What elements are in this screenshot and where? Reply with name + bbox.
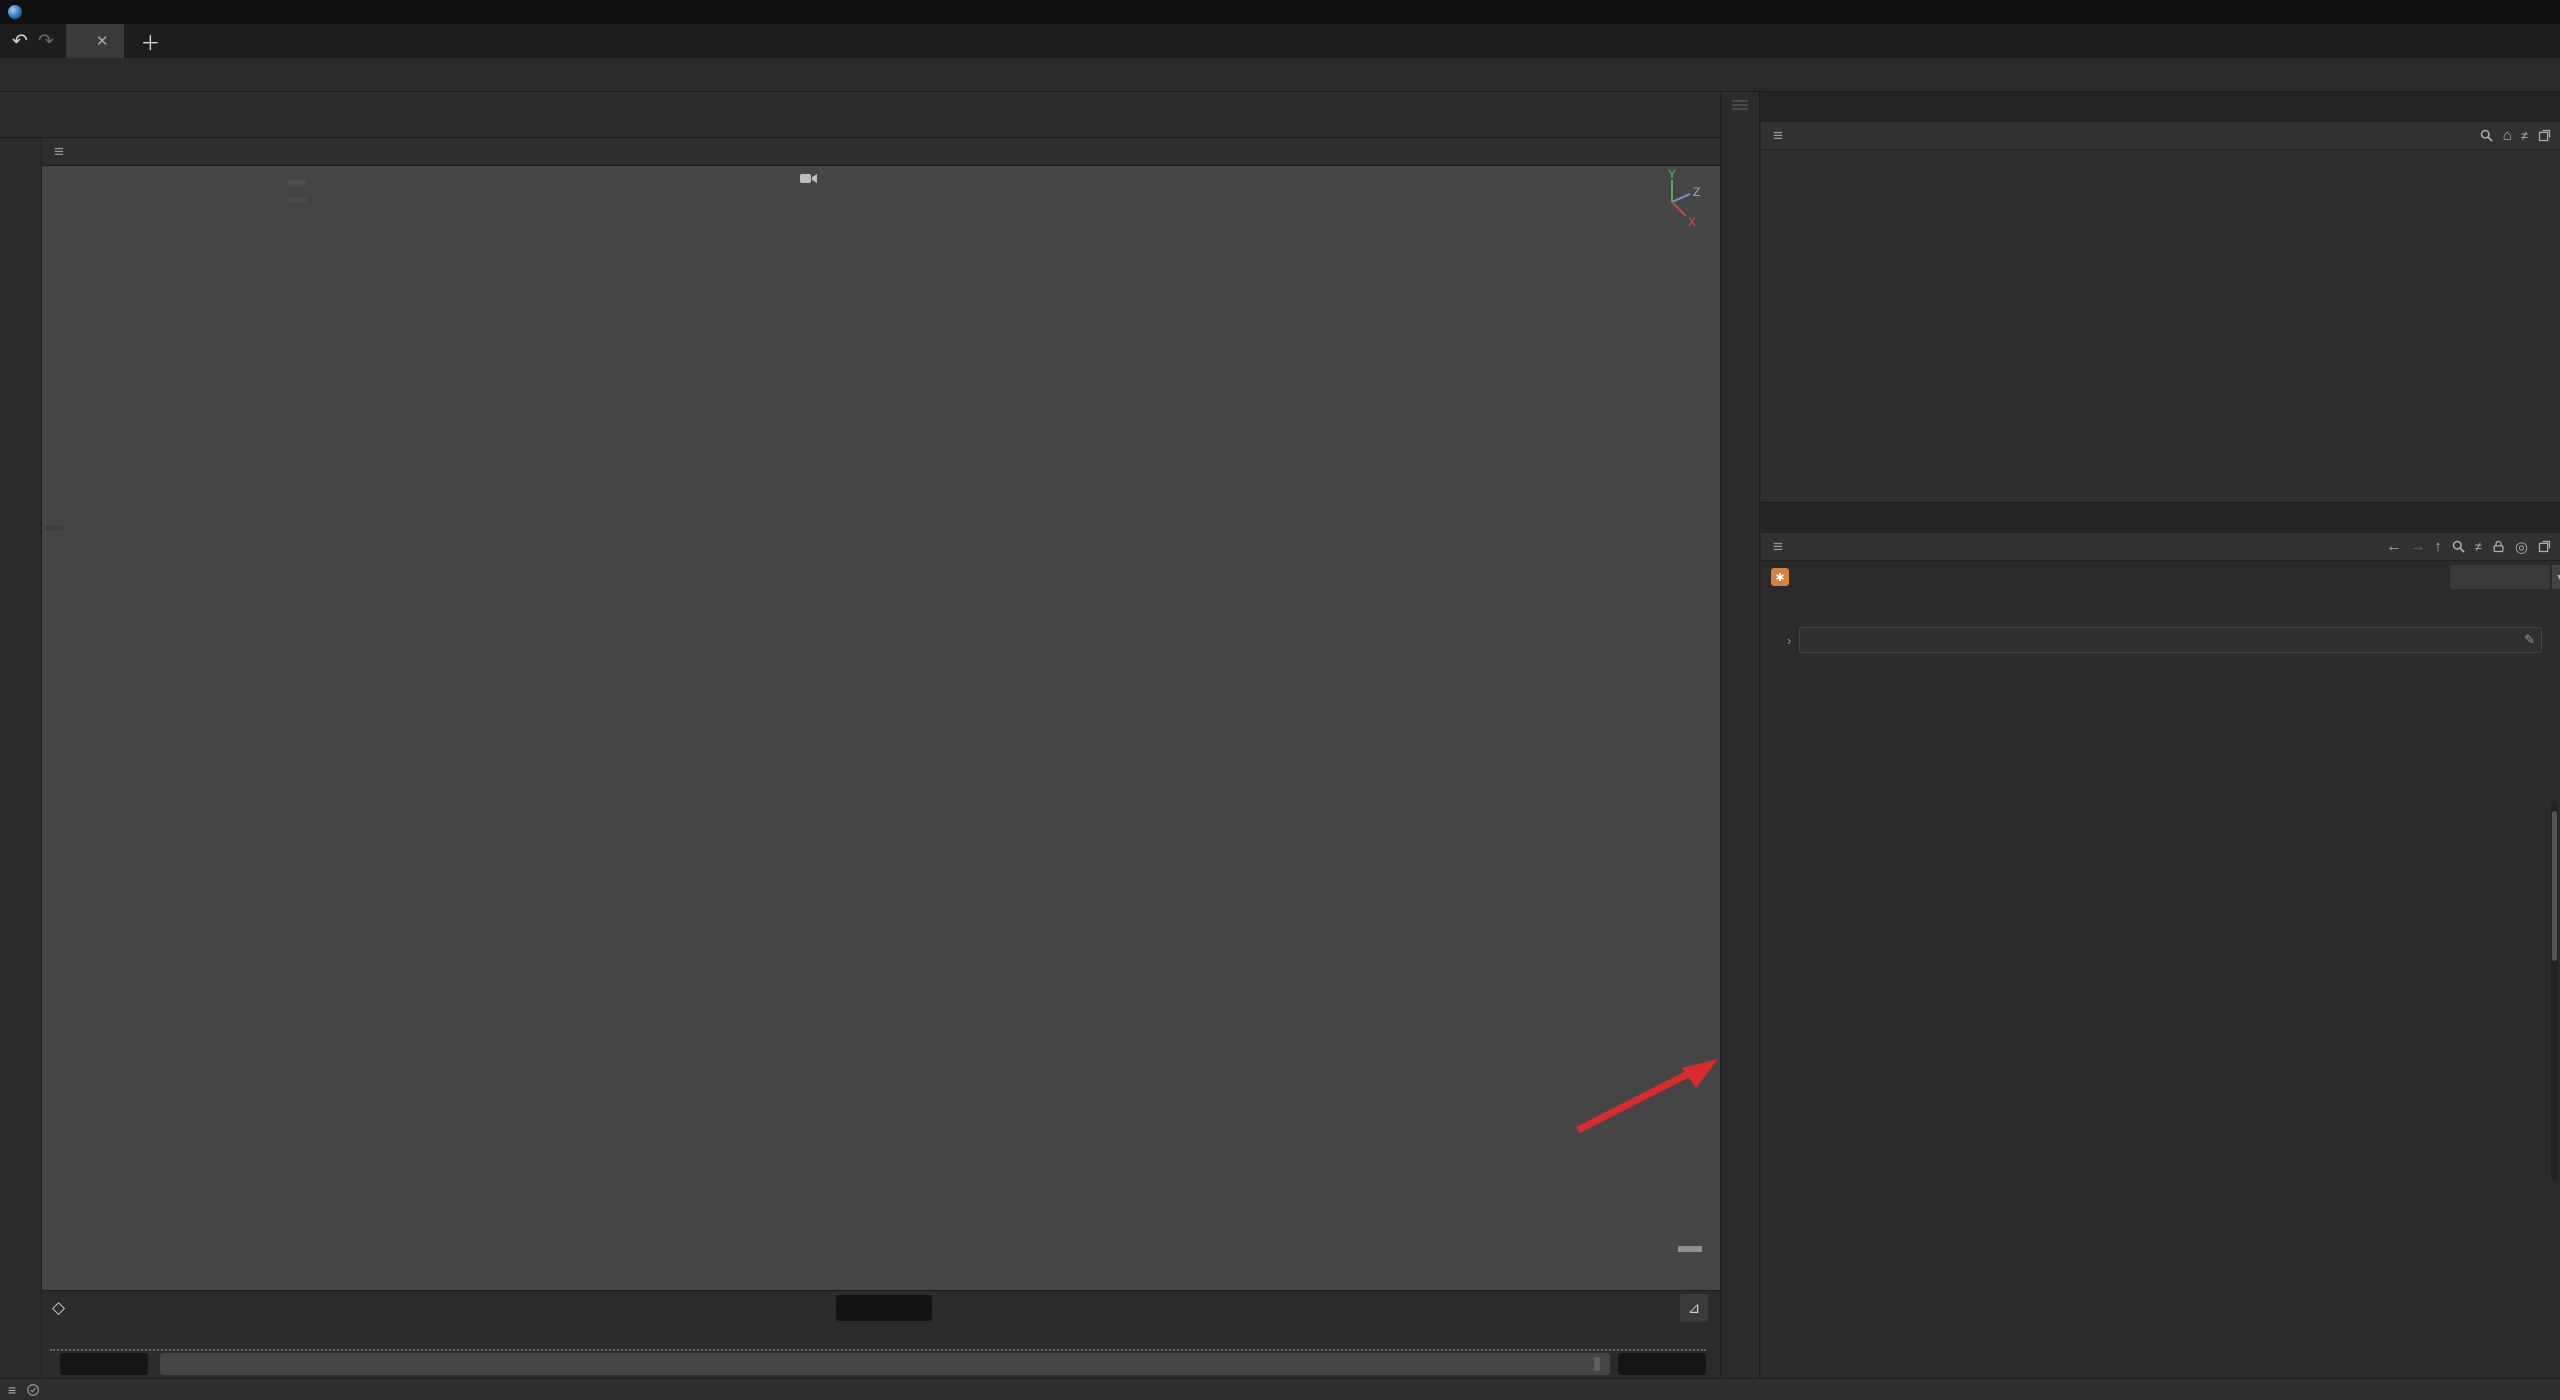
target-icon[interactable]: ◎ <box>2515 538 2528 556</box>
home-icon[interactable]: ⌂ <box>2503 127 2512 144</box>
attribute-menu-icon[interactable]: ≡ <box>1769 537 1787 557</box>
document-tab[interactable]: ✕ <box>65 24 125 58</box>
right-panel: ≡ ⌂ ≠ ≡ ← → ↑ ≠ ◎ ✱ ▼ › ✎ <box>1761 92 2560 1378</box>
tool-palette <box>0 138 42 1378</box>
range-start-field[interactable] <box>60 1353 148 1375</box>
range-grip[interactable] <box>1594 1357 1600 1371</box>
status-check-icon <box>27 1383 40 1396</box>
hud-particles <box>288 197 306 203</box>
camera-label[interactable] <box>794 172 818 185</box>
svg-text:X: X <box>1688 215 1696 229</box>
status-menu-icon[interactable]: ≡ <box>8 1382 16 1398</box>
annotation-arrow <box>1576 1059 1718 1134</box>
object-manager-toolicons: ⌂ ≠ <box>2479 127 2552 144</box>
svg-text:Z: Z <box>1693 185 1700 199</box>
viewport-menu-icon[interactable]: ≡ <box>50 142 68 162</box>
grid-spacing-label <box>1678 1246 1702 1252</box>
attribute-manager: ≡ ← → ↑ ≠ ◎ ✱ ▼ › ✎ <box>1761 502 2560 1378</box>
fcurve-icon[interactable]: ⊿ <box>1680 1294 1708 1322</box>
undo-icon[interactable]: ↶ <box>12 30 28 53</box>
xpemitter-icon: ✱ <box>1771 568 1789 586</box>
statusbar: ≡ <box>0 1378 2560 1400</box>
attribute-body: › ✎ <box>1761 601 2560 1378</box>
redo-icon[interactable]: ↷ <box>38 30 54 53</box>
actions-field[interactable]: ✎ <box>1799 627 2542 653</box>
attribute-scrollbar[interactable] <box>2551 801 2558 1181</box>
history-forward-icon[interactable]: → <box>2410 538 2425 555</box>
search-icon[interactable] <box>2451 539 2466 554</box>
titlebar <box>0 0 2560 24</box>
attribute-tab-row <box>1761 593 2560 601</box>
range-end-field[interactable] <box>1618 1353 1706 1375</box>
palette-drag-handle[interactable] <box>1732 100 1748 110</box>
object-manager: ≡ ⌂ ≠ <box>1761 92 2560 502</box>
current-frame-field[interactable] <box>836 1295 932 1321</box>
chevron-down-icon[interactable]: ▼ <box>2552 565 2560 589</box>
filter-icon[interactable]: ≠ <box>2475 539 2482 554</box>
object-manager-menubar: ≡ ⌂ ≠ <box>1761 122 2560 150</box>
object-manager-tabs <box>1761 92 2560 122</box>
popout-icon[interactable] <box>2537 128 2552 143</box>
object-tree <box>1761 150 2560 502</box>
edit-pencil-icon[interactable]: ✎ <box>2524 632 2535 648</box>
history-back-icon[interactable]: ← <box>2386 538 2401 555</box>
preset-dropdown[interactable]: ▼ <box>2450 565 2560 589</box>
particle-hud <box>288 178 306 212</box>
lock-icon[interactable] <box>2491 539 2506 554</box>
keyframe-icon[interactable]: ◇ <box>52 1298 65 1318</box>
camera-icon[interactable] <box>800 172 818 185</box>
attribute-menubar: ≡ ← → ↑ ≠ ◎ <box>1761 533 2560 561</box>
popout-icon[interactable] <box>2537 539 2552 554</box>
parent-icon[interactable]: ↑ <box>2434 538 2442 555</box>
cinema4d-window: ↶ ↷ ✕ ＋ ≡ Y Z X ◇ ⊿ ≡ ⌂ ≠ ≡ ← → ↑ ≠ ◎ ✱ … <box>0 0 2560 1400</box>
timeline-ruler[interactable] <box>50 1325 1706 1351</box>
main-menubar <box>0 58 2560 92</box>
timeline: ◇ ⊿ <box>42 1290 1720 1378</box>
hud-emitters <box>288 180 306 186</box>
actions-row: › ✎ <box>1781 627 2546 653</box>
range-slider[interactable] <box>160 1353 1610 1375</box>
svg-text:Y: Y <box>1668 168 1676 181</box>
viewport-scene[interactable] <box>42 166 1720 1290</box>
filter-icon[interactable]: ≠ <box>2521 128 2528 143</box>
workspace: ≡ Y Z X ◇ ⊿ ≡ ⌂ ≠ ≡ ← → ↑ ≠ ◎ ✱ ▼ › ✎ <box>0 92 2560 1378</box>
main-toolbar <box>0 92 1720 138</box>
side-icon-strip <box>1720 92 1760 1378</box>
object-manager-menu-icon[interactable]: ≡ <box>1769 126 1787 146</box>
close-tab-icon[interactable]: ✕ <box>96 32 109 50</box>
document-tabbar: ↶ ↷ ✕ ＋ <box>0 24 2560 58</box>
attribute-toolicons: ← → ↑ ≠ ◎ <box>2386 538 2552 556</box>
c4d-logo-icon <box>8 5 22 19</box>
workspace-tabs <box>2550 24 2560 58</box>
chevron-right-icon[interactable]: › <box>1787 633 1791 648</box>
viewport-3d[interactable]: Y Z X <box>42 166 1720 1290</box>
attribute-object-header: ✱ ▼ <box>1761 561 2560 593</box>
attribute-panel-tabs <box>1761 503 2560 533</box>
search-icon[interactable] <box>2479 128 2494 143</box>
new-document-button[interactable]: ＋ <box>124 24 176 58</box>
orientation-gizmo[interactable]: Y Z X <box>1642 168 1706 230</box>
tool-hint-label <box>44 526 62 530</box>
viewport-menubar: ≡ <box>42 138 1720 166</box>
